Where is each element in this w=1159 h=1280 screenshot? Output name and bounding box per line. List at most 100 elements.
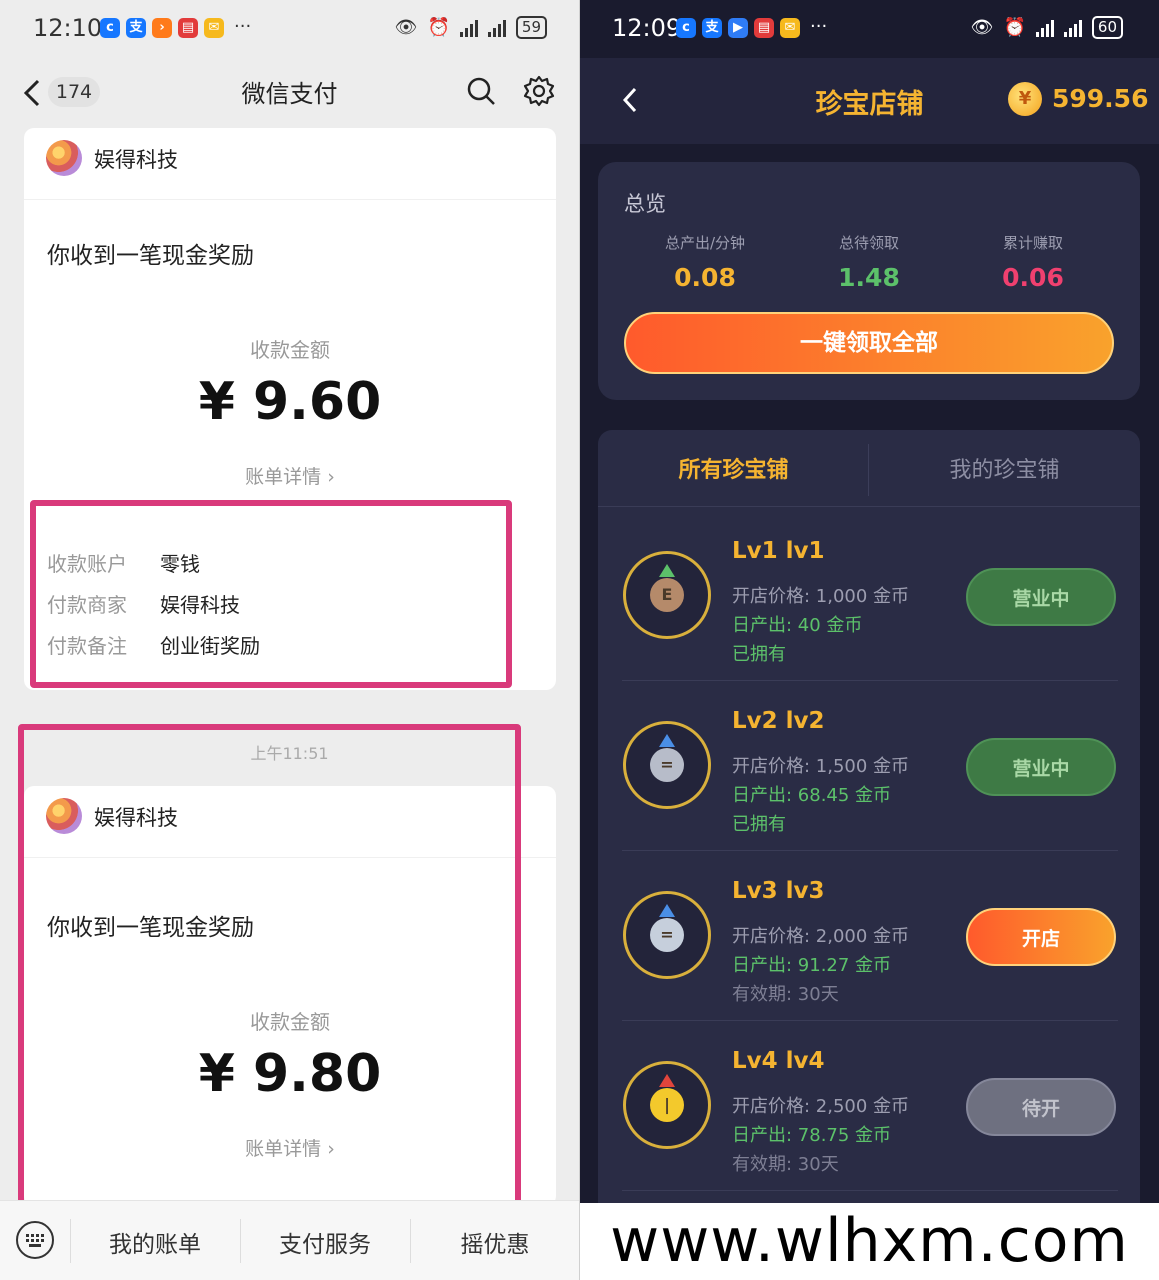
tab-bottom-line bbox=[598, 506, 1140, 507]
stat-value: 1.48 bbox=[838, 263, 900, 292]
top-nav: 珍宝店铺 ¥ 599.56 bbox=[580, 58, 1159, 144]
shop-row: = Lv2 lv2 开店价格: 1,500 金币 日产出: 68.45 金币 已… bbox=[598, 686, 1140, 856]
amount-label: 收款金额 bbox=[250, 338, 330, 362]
notification-icons: c 支 ▶ ▤ ✉ ··· bbox=[676, 18, 827, 38]
shop-name: Lv4 lv4 bbox=[732, 1048, 825, 1074]
gear-icon[interactable] bbox=[522, 74, 556, 108]
stat-pending-claim: 总待领取 1.48 bbox=[787, 232, 951, 292]
tab-all-shops[interactable]: 所有珍宝铺 bbox=[598, 452, 869, 484]
bill-detail-link[interactable]: 账单详情 › bbox=[24, 462, 556, 489]
row-divider bbox=[622, 1190, 1118, 1191]
shop-extra-info: 已拥有 bbox=[732, 814, 786, 835]
shop-row: = Lv3 lv3 开店价格: 2,000 金币 日产出: 91.27 金币 有… bbox=[598, 856, 1140, 1026]
gem-icon: E bbox=[650, 578, 684, 612]
highlight-box bbox=[30, 500, 512, 688]
mail-app-icon: ✉ bbox=[204, 18, 224, 38]
site-watermark: www.wlhxm.com bbox=[580, 1203, 1159, 1280]
shop-status-button[interactable]: 开店 bbox=[966, 908, 1116, 966]
menu-payment-services[interactable]: 支付服务 bbox=[240, 1225, 410, 1259]
menu-shake-deals[interactable]: 摇优惠 bbox=[410, 1225, 579, 1259]
top-nav: 174 微信支付 bbox=[0, 58, 579, 126]
notification-icons: c 支 › ▤ ✉ ··· bbox=[100, 18, 251, 38]
alarm-icon: ⏰ bbox=[1003, 17, 1026, 38]
shop-daily-output: 日产出: 68.45 金币 bbox=[732, 785, 892, 806]
shop-extra-info: 有效期: 30天 bbox=[732, 984, 839, 1005]
stat-output-per-minute: 总产出/分钟 0.08 bbox=[623, 232, 787, 292]
unread-count-badge[interactable]: 174 bbox=[48, 77, 100, 107]
shop-name: Lv3 lv3 bbox=[732, 878, 825, 904]
play-icon: › bbox=[152, 18, 172, 38]
shop-status-button[interactable]: 营业中 bbox=[966, 738, 1116, 796]
shop-daily-output: 日产出: 78.75 金币 bbox=[732, 1125, 892, 1146]
amount-value: ¥ 9.60 bbox=[198, 372, 382, 432]
shop-price: 开店价格: 2,500 金币 bbox=[732, 1096, 910, 1117]
treasure-shop-screen: 12:09 c 支 ▶ ▤ ✉ ··· 👁 ⏰ 60 珍宝店铺 ¥ 599.56… bbox=[580, 0, 1159, 1203]
card-header: 娱得科技 bbox=[24, 128, 556, 200]
play-icon: ▶ bbox=[728, 18, 748, 38]
level-up-arrow-icon bbox=[659, 564, 675, 577]
claim-all-button[interactable]: 一键领取全部 bbox=[624, 312, 1114, 374]
shop-level-badge: | bbox=[623, 1061, 711, 1149]
shop-extra-info: 有效期: 30天 bbox=[732, 1154, 839, 1175]
keyboard-dots-icon bbox=[26, 1234, 44, 1247]
signal-icon bbox=[1035, 19, 1054, 37]
shop-price: 开店价格: 1,000 金币 bbox=[732, 586, 910, 607]
shop-status-button[interactable]: 营业中 bbox=[966, 568, 1116, 626]
shop-name: Lv1 lv1 bbox=[732, 538, 825, 564]
signal-icon-2 bbox=[487, 19, 506, 37]
coin-icon: ¥ bbox=[1008, 82, 1042, 116]
merchant-avatar bbox=[46, 140, 82, 176]
alarm-icon: ⏰ bbox=[427, 17, 450, 38]
row-divider bbox=[622, 1020, 1118, 1021]
app-notification-icon: c bbox=[100, 18, 120, 38]
gem-icon: = bbox=[650, 918, 684, 952]
more-notifications-icon: ··· bbox=[810, 16, 828, 37]
shop-level-badge: E bbox=[623, 551, 711, 639]
level-up-arrow-icon bbox=[659, 904, 675, 917]
back-arrow-icon[interactable] bbox=[620, 86, 640, 114]
tab-my-shops[interactable]: 我的珍宝铺 bbox=[869, 452, 1140, 484]
search-icon[interactable] bbox=[466, 76, 496, 106]
shop-list-panel: 所有珍宝铺 我的珍宝铺 E Lv1 lv1 开店价格: 1,000 金币 日产出… bbox=[598, 430, 1140, 1203]
stat-label: 总待领取 bbox=[838, 234, 899, 252]
row-divider bbox=[622, 850, 1118, 851]
menu-my-bills[interactable]: 我的账单 bbox=[70, 1225, 240, 1259]
battery-icon: 59 bbox=[515, 16, 547, 39]
signal-icon-2 bbox=[1063, 19, 1082, 37]
shop-app-icon: ▤ bbox=[178, 18, 198, 38]
shop-row: E Lv1 lv1 开店价格: 1,000 金币 日产出: 40 金币 已拥有 … bbox=[598, 516, 1140, 686]
stat-value: 0.06 bbox=[1002, 263, 1064, 292]
keyboard-icon[interactable] bbox=[16, 1221, 54, 1259]
status-bar: 12:10 c 支 › ▤ ✉ ··· 👁 ⏰ 59 bbox=[0, 0, 579, 58]
shop-daily-output: 日产出: 40 金币 bbox=[732, 615, 863, 636]
shop-name: Lv2 lv2 bbox=[732, 708, 825, 734]
gem-icon: = bbox=[650, 748, 684, 782]
system-indicators: 👁 ⏰ 59 bbox=[395, 16, 547, 39]
bottom-menu-bar: 我的账单 支付服务 摇优惠 bbox=[0, 1200, 579, 1280]
alipay-icon: 支 bbox=[702, 18, 722, 38]
back-arrow-icon[interactable] bbox=[20, 78, 46, 108]
merchant-name: 娱得科技 bbox=[94, 148, 178, 172]
mail-app-icon: ✉ bbox=[780, 18, 800, 38]
gem-icon: | bbox=[650, 1088, 684, 1122]
alipay-icon: 支 bbox=[126, 18, 146, 38]
shop-status-button[interactable]: 待开 bbox=[966, 1078, 1116, 1136]
eye-icon: 👁 bbox=[970, 17, 994, 38]
shop-price: 开店价格: 1,500 金币 bbox=[732, 756, 910, 777]
eye-icon: 👁 bbox=[394, 17, 418, 38]
stat-value: 0.08 bbox=[674, 263, 736, 292]
system-indicators: 👁 ⏰ 60 bbox=[971, 16, 1123, 39]
stat-label: 总产出/分钟 bbox=[664, 234, 746, 252]
signal-icon bbox=[459, 19, 478, 37]
level-up-arrow-icon bbox=[659, 734, 675, 747]
row-divider bbox=[622, 680, 1118, 681]
shop-level-badge: = bbox=[623, 891, 711, 979]
stat-label: 累计赚取 bbox=[1002, 234, 1063, 252]
overview-title: 总览 bbox=[624, 192, 666, 216]
coin-balance: 599.56 bbox=[1052, 84, 1149, 113]
shop-row: | Lv4 lv4 开店价格: 2,500 金币 日产出: 78.75 金币 有… bbox=[598, 1026, 1140, 1196]
shop-extra-info: 已拥有 bbox=[732, 644, 786, 665]
shop-level-badge: = bbox=[623, 721, 711, 809]
status-time: 12:10 bbox=[33, 14, 103, 42]
highlight-box bbox=[18, 724, 521, 1206]
